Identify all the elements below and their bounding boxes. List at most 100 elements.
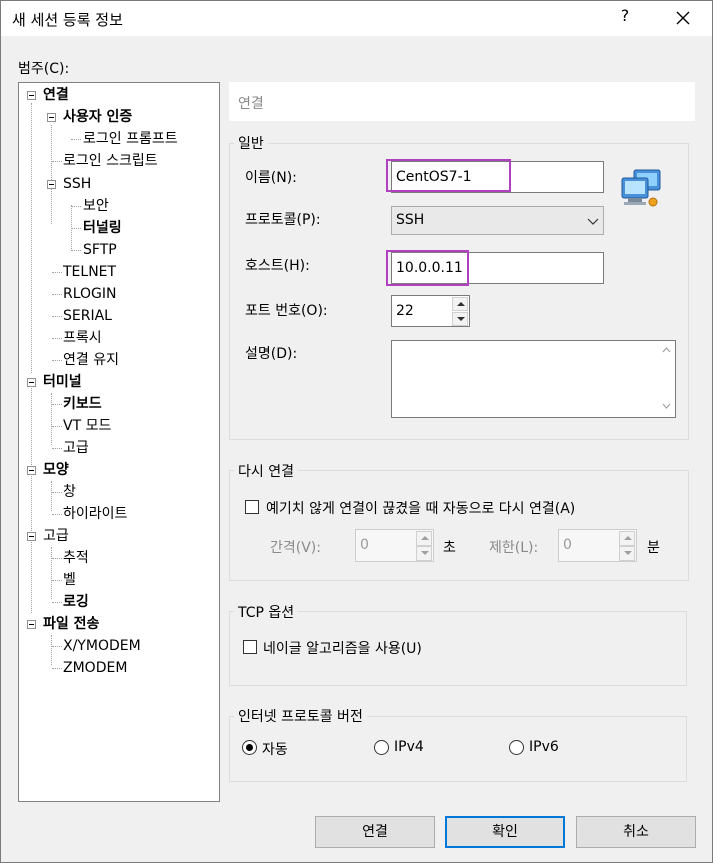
tree-item-telnet[interactable]: TELNET (63, 262, 116, 282)
limit-unit: 분 (647, 540, 660, 556)
tree-item-trace[interactable]: 추적 (63, 548, 89, 568)
tree-item-vt-mode[interactable]: VT 모드 (63, 416, 111, 436)
tree-line (52, 338, 62, 339)
network-computer-icon (620, 168, 664, 210)
radio-ipv4[interactable] (374, 740, 389, 755)
tree-item-login-prompt[interactable]: 로그인 프롬프트 (83, 129, 178, 149)
arrow-down-icon (457, 317, 465, 321)
tree-line (31, 383, 32, 613)
close-button[interactable] (672, 6, 694, 30)
tree-item-tunneling[interactable]: 터널링 (83, 218, 122, 238)
limit-up-button[interactable] (619, 531, 635, 546)
limit-spinner[interactable]: 0 (558, 529, 637, 562)
tree-item-rlogin[interactable]: RLOGIN (63, 284, 117, 304)
chevron-down-icon (587, 218, 599, 225)
collapse-toggle-icon[interactable] (47, 113, 56, 122)
port-value: 22 (396, 303, 414, 319)
tree-item-serial[interactable]: SERIAL (63, 306, 112, 326)
tree-line (52, 602, 62, 603)
tree-item-window[interactable]: 창 (63, 482, 76, 502)
radio-ipv4-label: IPv4 (394, 739, 424, 755)
port-label: 포트 번호(O): (245, 303, 328, 319)
description-scrollbar[interactable] (658, 341, 675, 417)
collapse-toggle-icon[interactable] (47, 180, 56, 189)
help-button[interactable]: ? (614, 6, 636, 30)
interval-down-button[interactable] (416, 546, 432, 561)
arrow-up-icon (624, 536, 632, 540)
collapse-toggle-icon[interactable] (27, 532, 36, 541)
window-title: 새 세션 등록 정보 (12, 11, 123, 29)
radio-ipv6-label: IPv6 (529, 739, 559, 755)
description-textarea[interactable] (391, 340, 676, 418)
close-icon (676, 11, 690, 25)
collapse-toggle-icon[interactable] (27, 620, 36, 629)
tree-item-security[interactable]: 보안 (83, 196, 109, 216)
tree-item-connection[interactable]: 연결 (43, 85, 69, 105)
host-label: 호스트(H): (245, 258, 310, 274)
port-down-button[interactable] (452, 312, 468, 326)
interval-spinner[interactable]: 0 (355, 529, 434, 562)
name-input[interactable]: CentOS7-1 (391, 161, 604, 193)
tree-item-zmodem[interactable]: ZMODEM (63, 658, 127, 678)
tree-item-advanced[interactable]: 고급 (43, 526, 69, 546)
panel-header-title: 연결 (238, 96, 264, 112)
category-tree[interactable]: 연결 사용자 인증 로그인 프롬프트 로그인 스크립트 SSH 보안 터널링 S… (18, 82, 220, 802)
tree-item-sftp[interactable]: SFTP (83, 240, 117, 260)
radio-auto[interactable] (242, 740, 257, 755)
tree-item-keepalive[interactable]: 연결 유지 (63, 350, 119, 370)
limit-value: 0 (563, 537, 572, 553)
nagle-checkbox[interactable] (243, 640, 257, 654)
tree-line (52, 448, 62, 449)
tree-line (71, 139, 81, 140)
tree-item-bell[interactable]: 벨 (63, 570, 76, 590)
tree-line (52, 558, 62, 559)
tree-item-xymodem[interactable]: X/YMODEM (63, 636, 141, 656)
tree-line (31, 103, 32, 373)
tree-line (52, 161, 62, 162)
tree-item-ssh[interactable]: SSH (63, 174, 91, 194)
tree-item-file-transfer[interactable]: 파일 전송 (43, 614, 99, 634)
tree-item-proxy[interactable]: 프록시 (63, 328, 102, 348)
host-input[interactable]: 10.0.0.11 (391, 252, 604, 284)
general-group-title: 일반 (234, 133, 268, 153)
tree-item-highlight[interactable]: 하이라이트 (63, 504, 127, 524)
tcp-group-title: TCP 옵션 (234, 602, 299, 622)
collapse-toggle-icon[interactable] (27, 378, 36, 387)
tree-line (52, 426, 62, 427)
arrow-down-icon (421, 551, 429, 555)
tree-item-authentication[interactable]: 사용자 인증 (63, 107, 132, 127)
ip-version-group-title: 인터넷 프로토콜 버전 (234, 706, 367, 726)
tree-line (52, 272, 62, 273)
tree-line (52, 316, 62, 317)
collapse-toggle-icon[interactable] (27, 466, 36, 475)
tree-line (71, 205, 72, 249)
tree-item-login-script[interactable]: 로그인 스크립트 (63, 151, 158, 171)
scroll-down-icon (662, 403, 671, 409)
interval-up-button[interactable] (416, 531, 432, 546)
limit-down-button[interactable] (619, 546, 635, 561)
radio-auto-label: 자동 (262, 742, 288, 758)
tree-item-terminal[interactable]: 터미널 (43, 372, 82, 392)
scroll-up-icon (662, 347, 671, 353)
tree-item-keyboard[interactable]: 키보드 (63, 394, 102, 414)
cancel-button[interactable]: 취소 (576, 816, 696, 848)
tree-item-appearance[interactable]: 모양 (43, 460, 69, 480)
interval-unit: 초 (443, 540, 456, 556)
tree-item-terminal-advanced[interactable]: 고급 (63, 438, 89, 458)
tree-line (52, 668, 62, 669)
ok-button[interactable]: 확인 (445, 816, 565, 848)
tree-line (52, 294, 62, 295)
connect-button[interactable]: 연결 (315, 816, 435, 848)
interval-label: 간격(V): (270, 540, 321, 556)
tree-item-logging[interactable]: 로깅 (63, 592, 89, 612)
auto-reconnect-checkbox[interactable] (245, 500, 259, 514)
category-label: 범주(C): (18, 61, 70, 77)
protocol-label: 프로토콜(P): (245, 212, 321, 228)
port-spinner[interactable]: 22 (391, 295, 470, 327)
tree-line (52, 492, 62, 493)
protocol-select[interactable]: SSH (391, 206, 604, 235)
radio-ipv6[interactable] (509, 740, 524, 755)
port-up-button[interactable] (452, 297, 468, 311)
collapse-toggle-icon[interactable] (27, 91, 36, 100)
arrow-down-icon (624, 551, 632, 555)
